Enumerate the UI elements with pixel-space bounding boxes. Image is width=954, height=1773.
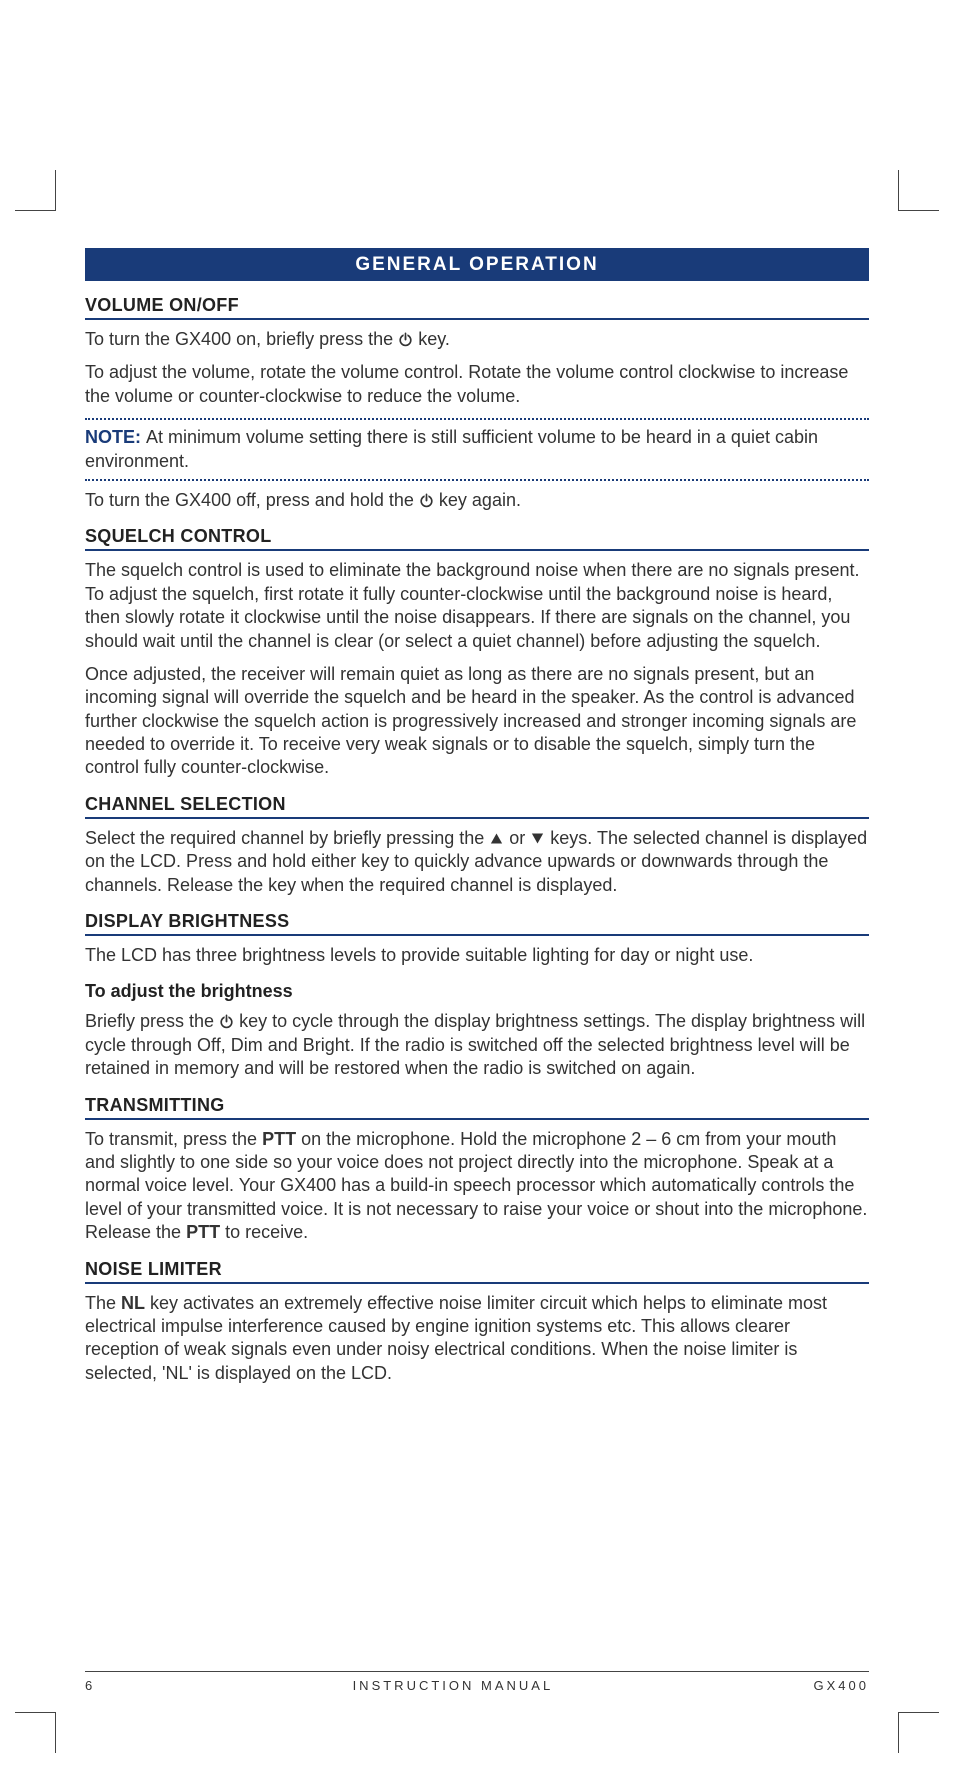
heading-squelch: SQUELCH CONTROL xyxy=(85,526,869,551)
footer-right: GX400 xyxy=(814,1678,869,1693)
body-text: Select the required channel by briefly p… xyxy=(85,827,869,897)
note-callout: NOTE: At minimum volume setting there is… xyxy=(85,418,869,481)
text-run: key again. xyxy=(439,490,521,510)
body-text: Once adjusted, the receiver will remain … xyxy=(85,663,869,780)
heading-volume: VOLUME ON/OFF xyxy=(85,295,869,320)
text-run: At minimum volume setting there is still… xyxy=(85,427,818,470)
heading-channel: CHANNEL SELECTION xyxy=(85,794,869,819)
bold-ptt: PTT xyxy=(262,1129,296,1149)
text-run: key activates an extremely effective noi… xyxy=(85,1293,827,1383)
heading-brightness: DISPLAY BRIGHTNESS xyxy=(85,911,869,936)
triangle-up-icon xyxy=(489,831,504,846)
section-banner: GENERAL OPERATION xyxy=(85,248,869,281)
text-run: Select the required channel by briefly p… xyxy=(85,828,489,848)
text-run: To turn the GX400 off, press and hold th… xyxy=(85,490,419,510)
bold-nl: NL xyxy=(121,1293,145,1313)
power-icon xyxy=(419,493,434,508)
text-run: or xyxy=(509,828,530,848)
text-run: To turn the GX400 on, briefly press the xyxy=(85,329,398,349)
footer-center: INSTRUCTION MANUAL xyxy=(353,1678,554,1693)
note-label: NOTE: xyxy=(85,427,146,447)
body-text: To adjust the volume, rotate the volume … xyxy=(85,361,869,408)
text-run: The xyxy=(85,1293,121,1313)
body-text: The LCD has three brightness levels to p… xyxy=(85,944,869,967)
text-run: To transmit, press the xyxy=(85,1129,262,1149)
text-run: Briefly press the xyxy=(85,1011,219,1031)
manual-page: GENERAL OPERATION VOLUME ON/OFF To turn … xyxy=(0,0,954,1773)
subheading-brightness: To adjust the brightness xyxy=(85,981,869,1002)
note-text: NOTE: At minimum volume setting there is… xyxy=(85,426,869,473)
body-text: To turn the GX400 off, press and hold th… xyxy=(85,489,869,512)
crop-mark xyxy=(898,170,939,211)
text-run: key. xyxy=(418,329,450,349)
body-text: The squelch control is used to eliminate… xyxy=(85,559,869,653)
triangle-down-icon xyxy=(530,831,545,846)
power-icon xyxy=(219,1014,234,1029)
power-icon xyxy=(398,332,413,347)
heading-transmitting: TRANSMITTING xyxy=(85,1095,869,1120)
crop-mark xyxy=(15,170,56,211)
heading-noise-limiter: NOISE LIMITER xyxy=(85,1259,869,1284)
page-footer: 6 INSTRUCTION MANUAL GX400 xyxy=(85,1671,869,1693)
footer-page-number: 6 xyxy=(85,1678,92,1693)
body-text: To transmit, press the PTT on the microp… xyxy=(85,1128,869,1245)
body-text: The NL key activates an extremely effect… xyxy=(85,1292,869,1386)
text-run: to receive. xyxy=(220,1222,308,1242)
bold-ptt: PTT xyxy=(186,1222,220,1242)
crop-mark xyxy=(898,1712,939,1753)
body-text: To turn the GX400 on, briefly press the … xyxy=(85,328,869,351)
crop-mark xyxy=(15,1712,56,1753)
body-text: Briefly press the key to cycle through t… xyxy=(85,1010,869,1080)
